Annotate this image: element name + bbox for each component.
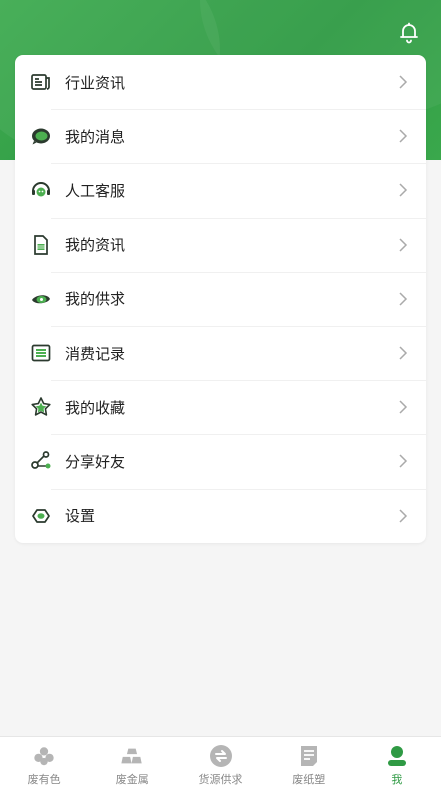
chevron-right-icon bbox=[399, 292, 408, 306]
eye-icon bbox=[30, 288, 52, 310]
chevron-right-icon bbox=[399, 400, 408, 414]
chevron-right-icon bbox=[399, 454, 408, 468]
tab-me[interactable]: 我 bbox=[353, 737, 441, 791]
menu-label: 人工客服 bbox=[65, 181, 126, 200]
chevron-right-icon bbox=[399, 238, 408, 252]
menu-item-consumption-records[interactable]: 消费记录 bbox=[15, 325, 426, 380]
menu-label: 我的供求 bbox=[65, 290, 126, 309]
menu-item-customer-service[interactable]: 人工客服 bbox=[15, 163, 426, 217]
tab-paper-plastic[interactable]: 废纸塑 bbox=[265, 737, 353, 791]
message-icon bbox=[30, 125, 52, 147]
menu-label: 我的收藏 bbox=[65, 398, 126, 417]
paper-icon bbox=[297, 744, 321, 768]
star-icon bbox=[30, 396, 52, 418]
menu-label: 消费记录 bbox=[65, 344, 126, 363]
share-icon bbox=[30, 450, 52, 472]
bottom-tab-bar: 废有色 废金属 货源供求 废纸塑 我 bbox=[0, 736, 441, 791]
tab-label: 废有色 bbox=[27, 772, 61, 786]
chevron-right-icon bbox=[399, 183, 408, 197]
exchange-icon bbox=[209, 744, 233, 768]
tab-label: 货源供求 bbox=[198, 772, 243, 786]
menu-label: 分享好友 bbox=[65, 452, 126, 471]
document-icon bbox=[30, 234, 52, 256]
tab-label: 我 bbox=[391, 772, 403, 786]
menu-item-settings[interactable]: 设置 bbox=[15, 488, 426, 543]
menu-item-share-friends[interactable]: 分享好友 bbox=[15, 434, 426, 488]
tab-label: 废纸塑 bbox=[292, 772, 326, 786]
chevron-right-icon bbox=[399, 129, 408, 143]
menu-item-my-favorites[interactable]: 我的收藏 bbox=[15, 380, 426, 434]
chevron-right-icon bbox=[399, 75, 408, 89]
tab-metal[interactable]: 废金属 bbox=[88, 737, 176, 791]
tab-supply-demand[interactable]: 货源供求 bbox=[176, 737, 264, 791]
menu-label: 设置 bbox=[65, 507, 96, 526]
nonferrous-icon bbox=[32, 744, 56, 768]
headset-icon bbox=[30, 179, 52, 201]
menu-item-industry-news[interactable]: 行业资讯 bbox=[15, 55, 426, 109]
chevron-right-icon bbox=[399, 346, 408, 360]
user-icon bbox=[385, 744, 409, 768]
menu-item-my-messages[interactable]: 我的消息 bbox=[15, 109, 426, 163]
list-icon bbox=[30, 342, 52, 364]
menu-item-my-news[interactable]: 我的资讯 bbox=[15, 217, 426, 272]
chevron-right-icon bbox=[399, 509, 408, 523]
tab-label: 废金属 bbox=[115, 772, 149, 786]
menu-label: 行业资讯 bbox=[65, 73, 126, 92]
menu-card: 行业资讯 我的消息 人工客服 我的资讯 我的供求 消费记录 我的收藏 分享好友 … bbox=[15, 55, 426, 543]
news-icon bbox=[30, 71, 52, 93]
metal-icon bbox=[120, 744, 144, 768]
tab-nonferrous[interactable]: 废有色 bbox=[0, 737, 88, 791]
menu-item-my-supply-demand[interactable]: 我的供求 bbox=[15, 271, 426, 326]
settings-icon bbox=[30, 505, 52, 527]
bell-icon[interactable] bbox=[397, 20, 421, 44]
menu-label: 我的消息 bbox=[65, 127, 126, 146]
menu-label: 我的资讯 bbox=[65, 236, 126, 255]
